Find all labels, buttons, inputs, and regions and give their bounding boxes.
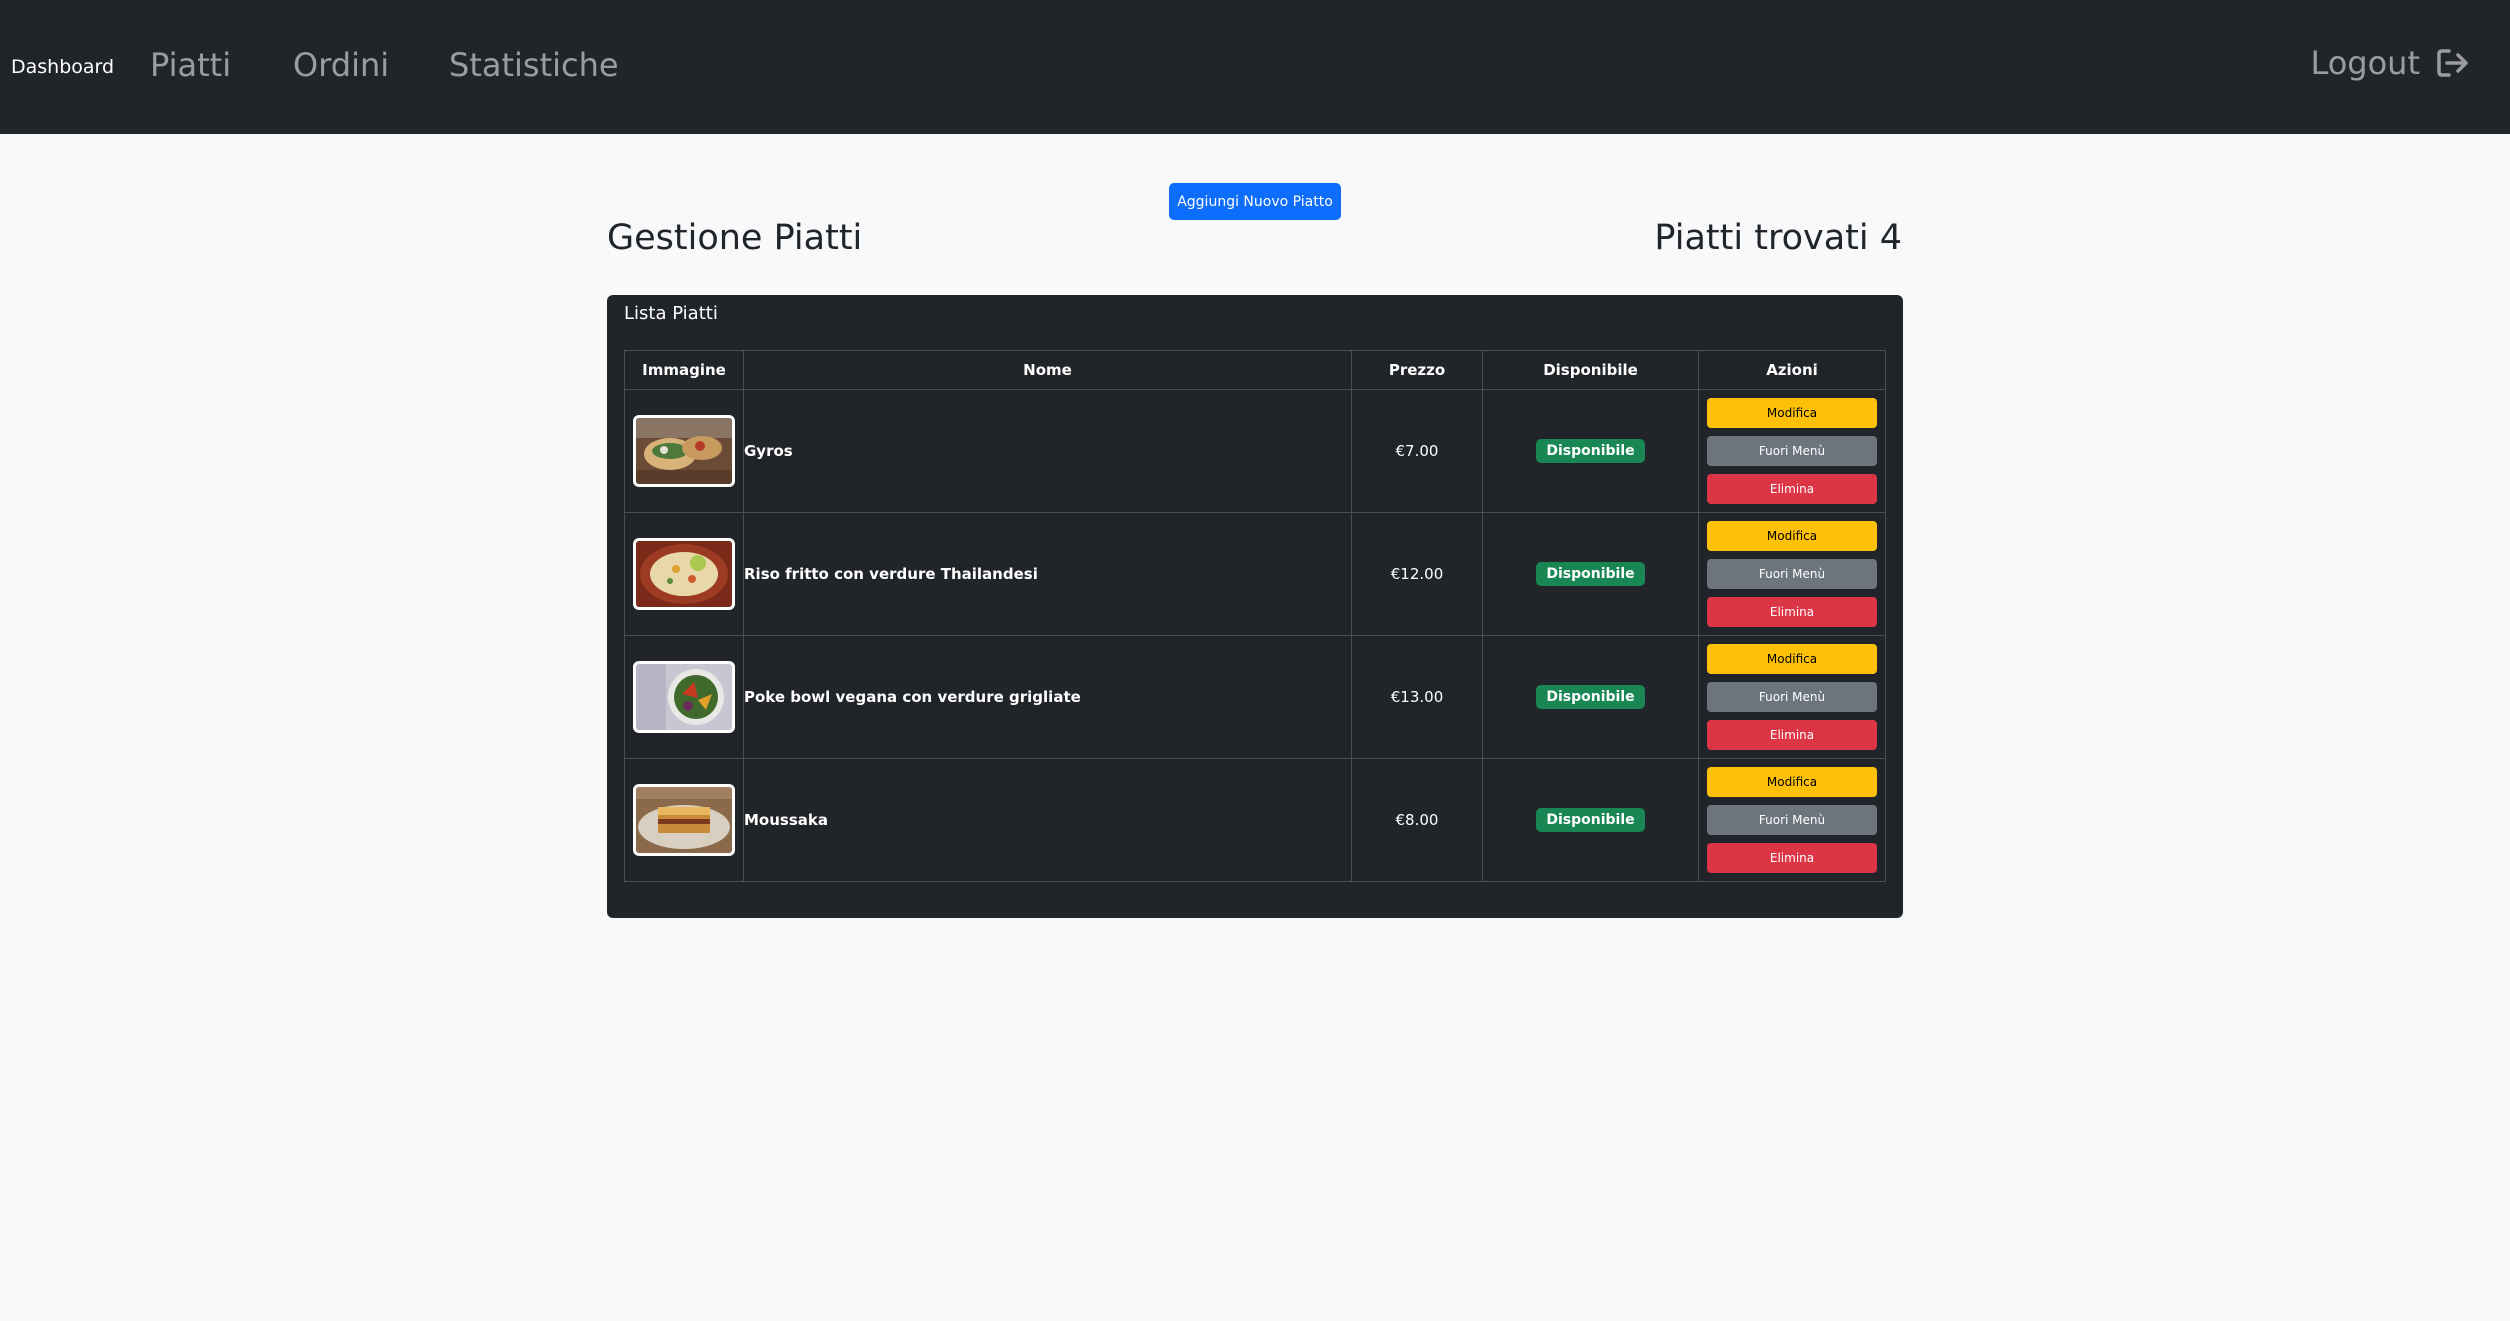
nav-link-ordini[interactable]: Ordini [293, 46, 389, 84]
moussaka-photo-icon [633, 784, 735, 856]
status-badge: Disponibile [1536, 439, 1645, 463]
dish-price: €13.00 [1351, 635, 1483, 759]
dish-image-cell [624, 635, 744, 759]
dish-availability-cell: Disponibile [1482, 512, 1699, 636]
edit-button[interactable]: Modifica [1707, 521, 1877, 551]
col-header-immagine: Immagine [624, 350, 744, 390]
dish-image-cell [624, 389, 744, 513]
off-menu-button[interactable]: Fuori Menù [1707, 436, 1877, 466]
logout-icon [2437, 49, 2468, 77]
dish-availability-cell: Disponibile [1482, 758, 1699, 882]
nav-link-statistiche[interactable]: Statistiche [449, 46, 619, 84]
card-header: Lista Piatti [624, 303, 718, 324]
off-menu-button[interactable]: Fuori Menù [1707, 559, 1877, 589]
delete-button[interactable]: Elimina [1707, 597, 1877, 627]
status-badge: Disponibile [1536, 685, 1645, 709]
dish-name: Poke bowl vegana con verdure grigliate [743, 635, 1352, 759]
status-badge: Disponibile [1536, 562, 1645, 586]
col-header-azioni: Azioni [1698, 350, 1886, 390]
logout-label: Logout [2310, 44, 2420, 82]
add-dish-button[interactable]: Aggiungi Nuovo Piatto [1169, 183, 1341, 220]
table-header-row: Immagine Nome Prezzo Disponibile Azioni [624, 350, 1886, 390]
poke-bowl-photo-icon [633, 661, 735, 733]
off-menu-button[interactable]: Fuori Menù [1707, 682, 1877, 712]
dish-actions-cell: Modifica Fuori Menù Elimina [1698, 635, 1886, 759]
col-header-disponibile: Disponibile [1482, 350, 1699, 390]
dish-name: Gyros [743, 389, 1352, 513]
edit-button[interactable]: Modifica [1707, 767, 1877, 797]
col-header-nome: Nome [743, 350, 1352, 390]
delete-button[interactable]: Elimina [1707, 474, 1877, 504]
dish-actions-cell: Modifica Fuori Menù Elimina [1698, 758, 1886, 882]
table-row: Poke bowl vegana con verdure grigliate €… [624, 635, 1886, 759]
edit-button[interactable]: Modifica [1707, 644, 1877, 674]
dish-price: €8.00 [1351, 758, 1483, 882]
dish-image-cell [624, 758, 744, 882]
page-title: Gestione Piatti [607, 218, 863, 258]
dish-actions-cell: Modifica Fuori Menù Elimina [1698, 389, 1886, 513]
dish-availability-cell: Disponibile [1482, 635, 1699, 759]
table-row: Riso fritto con verdure Thailandesi €12.… [624, 512, 1886, 636]
top-navbar: Dashboard Piatti Ordini Statistiche Logo… [0, 0, 2510, 134]
dish-name: Riso fritto con verdure Thailandesi [743, 512, 1352, 636]
off-menu-button[interactable]: Fuori Menù [1707, 805, 1877, 835]
table-row: Gyros €7.00 Disponibile Modifica Fuori M… [624, 389, 1886, 513]
dishes-count: Piatti trovati 4 [1654, 218, 1902, 258]
dish-image-cell [624, 512, 744, 636]
delete-button[interactable]: Elimina [1707, 720, 1877, 750]
dish-name: Moussaka [743, 758, 1352, 882]
table-row: Moussaka €8.00 Disponibile Modifica Fuor… [624, 758, 1886, 882]
col-header-prezzo: Prezzo [1351, 350, 1483, 390]
dish-availability-cell: Disponibile [1482, 389, 1699, 513]
nav-link-piatti[interactable]: Piatti [150, 46, 231, 84]
dishes-card: Lista Piatti Immagine Nome Prezzo Dispon… [607, 295, 1903, 918]
dish-price: €12.00 [1351, 512, 1483, 636]
status-badge: Disponibile [1536, 808, 1645, 832]
logout-button[interactable]: Logout [2310, 44, 2470, 82]
gyros-photo-icon [633, 415, 735, 487]
dish-actions-cell: Modifica Fuori Menù Elimina [1698, 512, 1886, 636]
dishes-table: Immagine Nome Prezzo Disponibile Azioni [624, 350, 1886, 882]
dish-price: €7.00 [1351, 389, 1483, 513]
edit-button[interactable]: Modifica [1707, 398, 1877, 428]
nav-brand-dashboard[interactable]: Dashboard [11, 56, 114, 78]
delete-button[interactable]: Elimina [1707, 843, 1877, 873]
fried-rice-photo-icon [633, 538, 735, 610]
